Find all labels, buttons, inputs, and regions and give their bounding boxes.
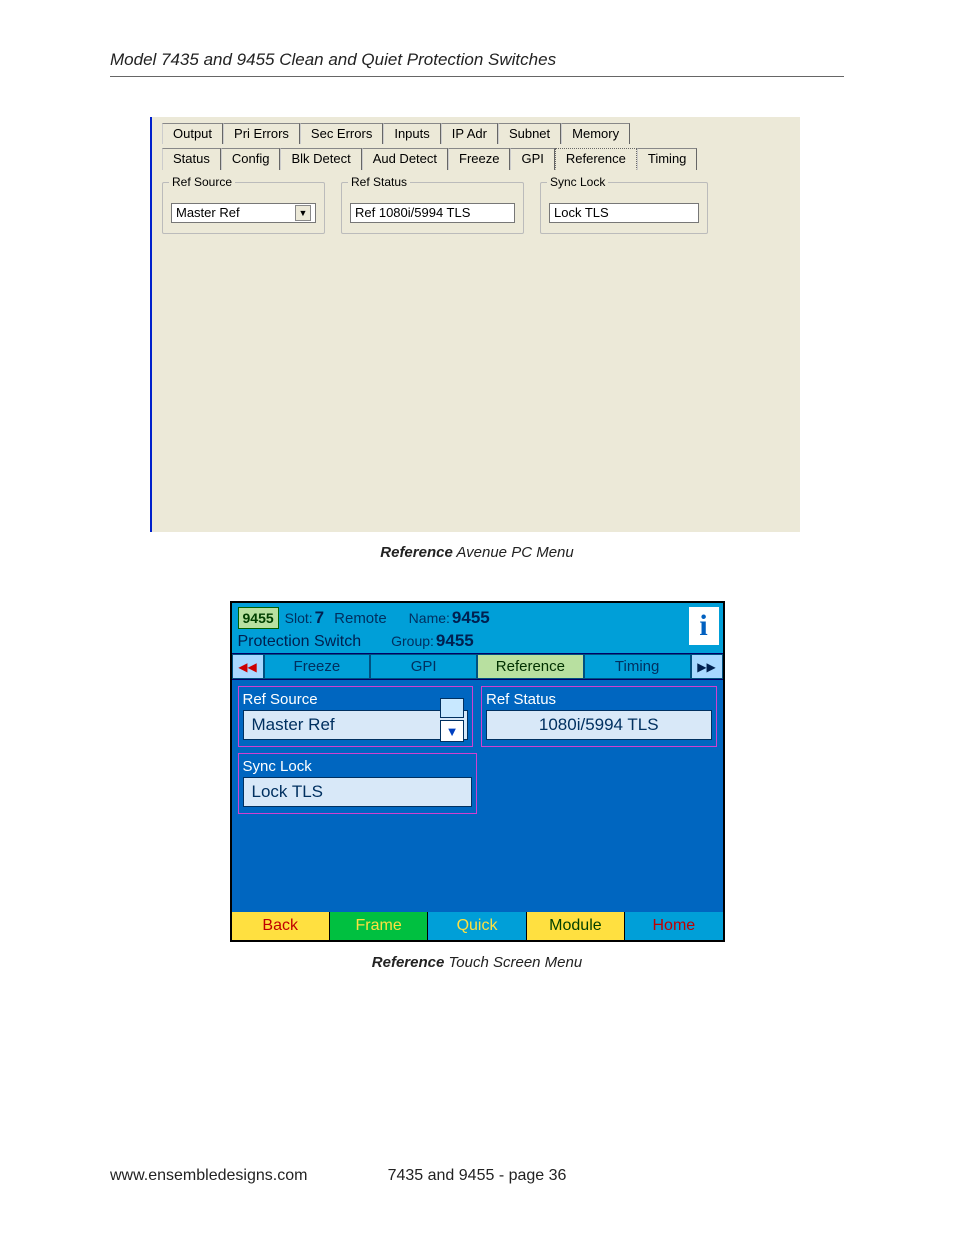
tab-blk-detect[interactable]: Blk Detect [280,148,361,170]
ts-slot-label: Slot: [285,610,313,626]
back-button[interactable]: Back [232,912,330,940]
caption-pc-rest: Avenue PC Menu [453,544,574,561]
tabs-next-icon[interactable]: ▶▶ [691,654,723,679]
home-button[interactable]: Home [625,912,722,940]
ts-name-label: Name: [409,610,450,626]
pc-tabs-row1: Output Pri Errors Sec Errors Inputs IP A… [162,123,790,144]
ts-sync-lock-label: Sync Lock [243,758,473,775]
ts-ref-status-value: 1080i/5994 TLS [486,710,712,740]
caption-pc-menu: Reference Avenue PC Menu [110,544,844,561]
ts-ref-source-spare [440,698,464,718]
footer-page: 7435 and 9455 - page 36 [355,1167,600,1185]
ts-ref-source-field[interactable]: Ref Source Master Ref ▼ [238,686,474,747]
pc-tabs-row2: Status Config Blk Detect Aud Detect Free… [162,148,790,170]
ts-name-value: 9455 [452,608,490,628]
ref-status-label: Ref Status [348,175,410,189]
tab-memory[interactable]: Memory [561,123,630,144]
frame-button[interactable]: Frame [330,912,428,940]
ts-group-label: Group: [391,633,434,649]
ts-sync-lock-value: Lock TLS [243,777,473,807]
chevron-down-icon[interactable]: ▼ [295,205,311,221]
ts-body: Ref Source Master Ref ▼ Ref Status 1080i… [232,680,723,912]
page-footer: www.ensembledesigns.com 7435 and 9455 - … [110,1167,844,1185]
group-ref-source: Ref Source Master Ref ▼ [162,182,325,234]
ts-bottom-bar: Back Frame Quick Module Home [232,912,723,940]
touch-menu-screenshot: 9455 Slot: 7 Remote Name: 9455 i Protect… [230,601,725,942]
ts-subtitle: Protection Switch [238,633,362,651]
title-underline [110,76,844,77]
ts-header: 9455 Slot: 7 Remote Name: 9455 i Protect… [232,603,723,653]
chevron-down-icon[interactable]: ▼ [440,720,464,742]
ref-status-value: Ref 1080i/5994 TLS [350,203,515,223]
tab-ip-adr[interactable]: IP Adr [441,123,498,144]
caption-touch-menu: Reference Touch Screen Menu [110,954,844,971]
tab-freeze[interactable]: Freeze [448,148,510,170]
ts-mode: Remote [334,610,387,627]
ts-sync-lock-field: Sync Lock Lock TLS [238,753,478,814]
tab-gpi[interactable]: GPI [510,148,554,170]
module-button[interactable]: Module [527,912,625,940]
tab-subnet[interactable]: Subnet [498,123,561,144]
ts-tab-gpi[interactable]: GPI [370,654,477,679]
ts-tab-reference[interactable]: Reference [477,654,584,679]
caption-pc-bold: Reference [380,544,453,561]
ref-source-combo[interactable]: Master Ref ▼ [171,203,316,223]
ts-tab-timing[interactable]: Timing [584,654,691,679]
sync-lock-value: Lock TLS [549,203,699,223]
tab-inputs[interactable]: Inputs [383,123,440,144]
quick-button[interactable]: Quick [428,912,526,940]
ts-group-value: 9455 [436,631,474,651]
tab-config[interactable]: Config [221,148,281,170]
tab-output[interactable]: Output [162,123,223,144]
tab-sec-errors[interactable]: Sec Errors [300,123,383,144]
ts-ref-source-label: Ref Source [243,691,469,708]
tabs-prev-icon[interactable]: ◀◀ [232,654,264,679]
group-ref-status: Ref Status Ref 1080i/5994 TLS [341,182,524,234]
ts-ref-source-value: Master Ref [243,710,469,740]
tab-timing[interactable]: Timing [637,148,698,170]
tab-status[interactable]: Status [162,148,221,170]
caption-touch-rest: Touch Screen Menu [444,954,582,971]
ref-source-value: Master Ref [176,203,240,223]
ts-tabs: ◀◀ Freeze GPI Reference Timing ▶▶ [232,653,723,680]
info-icon[interactable]: i [689,607,719,645]
ts-slot-value: 7 [315,608,324,628]
caption-touch-bold: Reference [372,954,445,971]
page-title: Model 7435 and 9455 Clean and Quiet Prot… [110,50,844,70]
ref-source-label: Ref Source [169,175,235,189]
footer-url: www.ensembledesigns.com [110,1167,355,1185]
ts-ref-status-field: Ref Status 1080i/5994 TLS [481,686,717,747]
pc-menu-screenshot: Output Pri Errors Sec Errors Inputs IP A… [150,117,800,532]
tab-aud-detect[interactable]: Aud Detect [362,148,448,170]
tab-reference[interactable]: Reference [555,148,637,170]
ts-tab-freeze[interactable]: Freeze [264,654,371,679]
ts-model-badge: 9455 [238,607,279,629]
group-sync-lock: Sync Lock Lock TLS [540,182,708,234]
sync-lock-label: Sync Lock [547,175,608,189]
tab-pri-errors[interactable]: Pri Errors [223,123,300,144]
ts-ref-status-label: Ref Status [486,691,712,708]
